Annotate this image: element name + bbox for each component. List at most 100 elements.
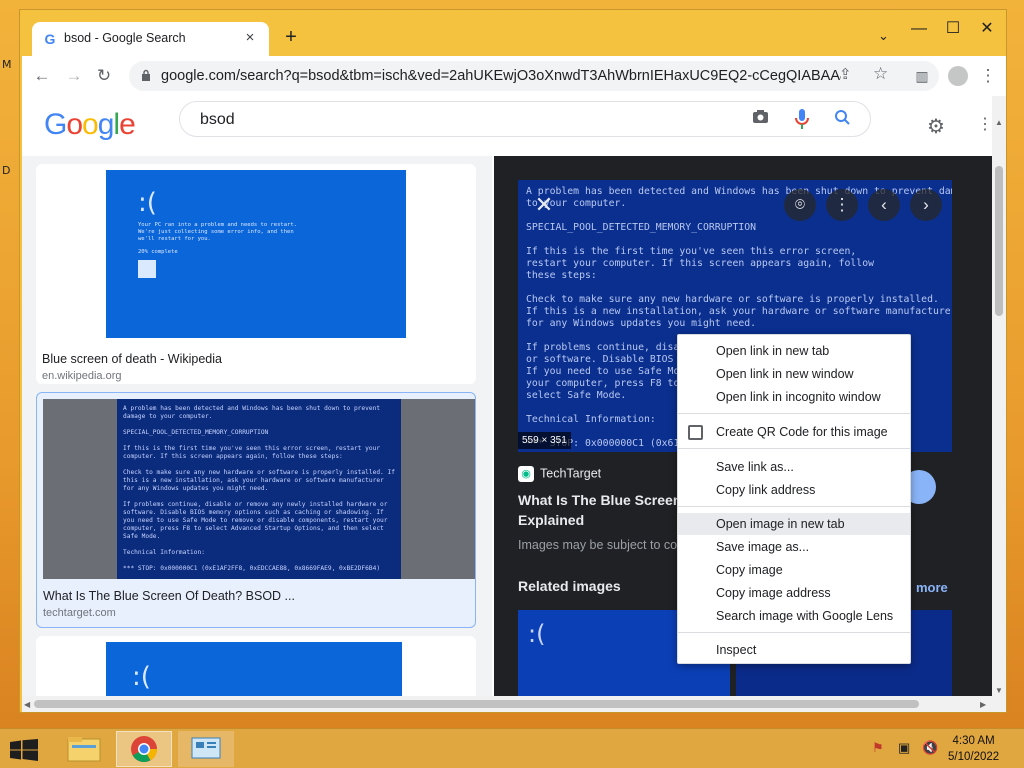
search-input[interactable]: bsod xyxy=(179,101,871,137)
network-icon[interactable]: ▣ xyxy=(898,740,910,756)
bsod-progress: 20% complete xyxy=(138,249,178,255)
more-options-icon[interactable]: ⋮ xyxy=(826,189,858,221)
horizontal-scroll-thumb[interactable] xyxy=(34,700,919,708)
clock-time: 4:30 AM xyxy=(952,735,995,747)
menu-search-google-lens[interactable]: Search image with Google Lens xyxy=(678,605,910,627)
logo-letter: o xyxy=(82,108,99,141)
logo-letter: o xyxy=(66,108,83,141)
menu-copy-image[interactable]: Copy image xyxy=(678,559,910,581)
search-query[interactable]: bsod xyxy=(200,111,235,129)
source-site[interactable]: ◉ TechTarget xyxy=(518,466,601,482)
logo-letter: G xyxy=(44,108,67,141)
menu-separator xyxy=(678,632,910,633)
result-thumbnail[interactable]: :( Your PC ran into a problem and needs … xyxy=(106,170,406,338)
vertical-scrollbar[interactable]: ▲ ▼ xyxy=(992,96,1006,712)
system-clock[interactable]: 4:30 AM 5/10/2022 xyxy=(948,733,999,765)
menu-open-image-new-tab[interactable]: Open image in new tab xyxy=(678,513,910,535)
horizontal-scrollbar[interactable]: ◀ ▶ xyxy=(22,696,992,712)
volume-muted-icon[interactable]: 🔇 xyxy=(922,740,938,756)
menu-item-label: Create QR Code for this image xyxy=(716,425,888,439)
reload-icon[interactable]: ↻ xyxy=(90,62,118,90)
desktop-edge-letter: D xyxy=(2,164,11,177)
url-text[interactable]: google.com/search?q=bsod&tbm=isch&ved=2a… xyxy=(161,68,841,84)
close-window-button[interactable]: ✕ xyxy=(970,18,1004,42)
chrome-icon[interactable] xyxy=(116,731,172,767)
menu-copy-image-address[interactable]: Copy image address xyxy=(678,582,910,604)
menu-save-link-as[interactable]: Save link as... xyxy=(678,456,910,478)
microphone-icon[interactable] xyxy=(795,109,809,134)
action-center-flag-icon[interactable]: ⚑ xyxy=(872,740,884,756)
side-panel-icon[interactable]: ▥ xyxy=(908,62,936,90)
profile-avatar[interactable] xyxy=(948,66,968,86)
file-explorer-icon[interactable] xyxy=(56,731,112,767)
bsod-message: Your PC ran into a problem and needs to … xyxy=(138,222,297,242)
scroll-left-arrow-icon[interactable]: ◀ xyxy=(24,700,30,709)
menu-inspect[interactable]: Inspect xyxy=(678,639,910,661)
menu-separator xyxy=(678,413,910,414)
logo-letter: e xyxy=(119,108,136,141)
result-thumbnail[interactable]: A problem has been detected and Windows … xyxy=(117,399,401,579)
google-lens-icon[interactable]: ⌾ xyxy=(784,189,816,221)
menu-create-qr-code[interactable]: Create QR Code for this image xyxy=(678,421,910,443)
related-images-heading: Related images xyxy=(518,578,621,594)
desktop-edge-letter: M xyxy=(2,58,12,71)
logo-letter: g xyxy=(97,108,115,141)
chrome-menu-icon[interactable]: ⋮ xyxy=(974,62,1002,90)
address-bar[interactable]: google.com/search?q=bsod&tbm=isch&ved=2a… xyxy=(129,61,939,91)
control-panel-icon[interactable] xyxy=(178,731,234,767)
image-result-card[interactable]: :( xyxy=(36,636,476,696)
context-menu: Open link in new tab Open link in new wi… xyxy=(677,334,911,664)
menu-separator xyxy=(678,506,910,507)
new-tab-button[interactable]: + xyxy=(280,26,302,48)
windows-start-icon[interactable] xyxy=(10,739,38,761)
google-g-icon: G xyxy=(44,31,56,47)
qr-code-icon xyxy=(688,425,703,440)
tab-bsod-search[interactable]: G bsod - Google Search × xyxy=(32,22,269,57)
image-result-card[interactable]: :( Your PC ran into a problem and needs … xyxy=(36,164,476,384)
menu-open-link-incognito[interactable]: Open link in incognito window xyxy=(678,386,910,408)
tab-search-chevron-icon[interactable]: ⌄ xyxy=(878,28,889,44)
image-result-card-selected[interactable]: A problem has been detected and Windows … xyxy=(36,392,476,628)
vertical-scroll-thumb[interactable] xyxy=(995,166,1003,316)
copyright-note: Images may be subject to co xyxy=(518,538,678,552)
maximize-button[interactable]: ☐ xyxy=(936,18,970,42)
result-caption[interactable]: What Is The Blue Screen Of Death? BSOD .… xyxy=(43,589,295,603)
menu-copy-link-address[interactable]: Copy link address xyxy=(678,479,910,501)
result-caption[interactable]: Blue screen of death - Wikipedia xyxy=(42,352,222,366)
share-icon[interactable]: ⇪ xyxy=(839,65,852,83)
google-logo[interactable]: Google xyxy=(44,108,136,142)
preview-title[interactable]: What Is The Blue Screen Explained xyxy=(518,490,688,530)
google-header: Google bsod ⚙ ⋮⋮ xyxy=(22,96,1006,156)
menu-separator xyxy=(678,448,910,449)
bookmark-star-icon[interactable]: ☆ xyxy=(873,64,888,84)
lock-icon xyxy=(142,69,150,81)
close-preview-icon[interactable]: ✕ xyxy=(528,189,560,221)
next-image-icon[interactable]: › xyxy=(910,189,942,221)
techtarget-icon: ◉ xyxy=(518,466,534,482)
forward-icon[interactable]: → xyxy=(60,62,88,90)
camera-search-icon[interactable] xyxy=(752,109,769,129)
taskbar: ⚑ ▣ 🔇 4:30 AM 5/10/2022 xyxy=(0,728,1024,768)
tab-close-icon[interactable]: × xyxy=(241,29,259,47)
menu-open-link-new-window[interactable]: Open link in new window xyxy=(678,363,910,385)
gear-icon[interactable]: ⚙ xyxy=(927,114,945,139)
scroll-up-arrow-icon[interactable]: ▲ xyxy=(995,118,1003,127)
sad-face-text: :( xyxy=(132,662,151,692)
see-more-link[interactable]: more xyxy=(916,580,948,595)
menu-save-image-as[interactable]: Save image as... xyxy=(678,536,910,558)
result-domain: en.wikipedia.org xyxy=(42,370,122,382)
previous-image-icon[interactable]: ‹ xyxy=(868,189,900,221)
scroll-right-arrow-icon[interactable]: ▶ xyxy=(980,700,986,709)
result-domain: techtarget.com xyxy=(43,607,116,619)
back-icon[interactable]: ← xyxy=(28,62,56,90)
image-results-column: :( Your PC ran into a problem and needs … xyxy=(22,156,492,696)
image-dimensions: 559 × 351 xyxy=(518,432,571,449)
scroll-down-arrow-icon[interactable]: ▼ xyxy=(995,686,1003,695)
menu-open-link-new-tab[interactable]: Open link in new tab xyxy=(678,340,910,362)
tab-strip: G bsod - Google Search × + ⌄ — ☐ ✕ xyxy=(22,12,1006,57)
result-thumbnail[interactable]: :( xyxy=(106,642,402,696)
clock-date: 5/10/2022 xyxy=(948,751,1000,763)
search-icon[interactable] xyxy=(834,109,851,131)
minimize-button[interactable]: — xyxy=(902,18,936,42)
qr-code-graphic xyxy=(138,260,156,278)
